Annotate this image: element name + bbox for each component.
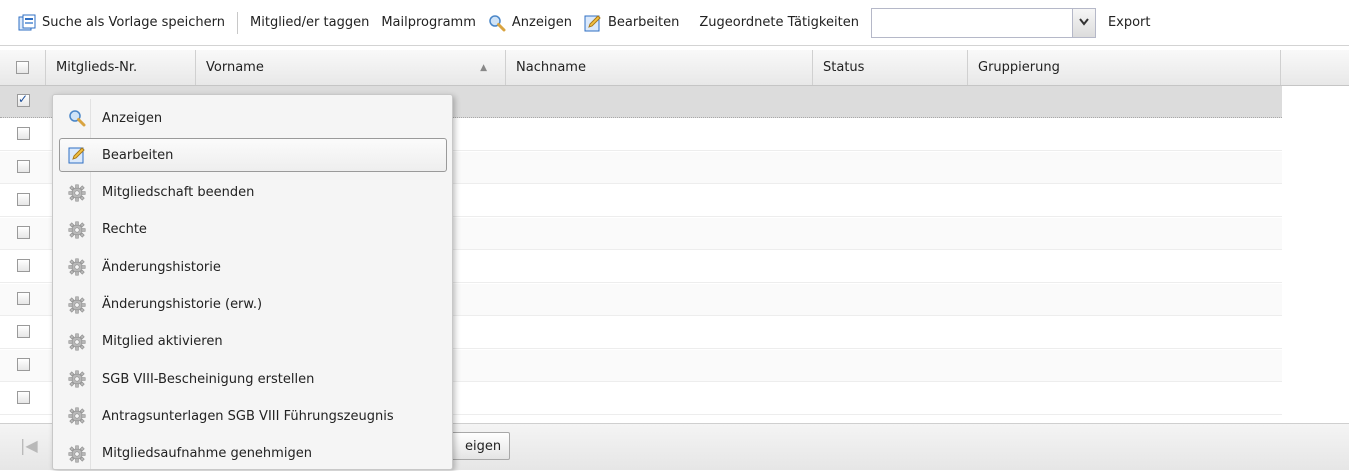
column-header-first-name[interactable]: Vorname ▲ (196, 50, 506, 85)
column-header-member-no-label: Mitglieds-Nr. (56, 60, 138, 75)
sort-ascending-icon: ▲ (480, 63, 487, 73)
gear-icon (68, 370, 86, 388)
context-menu-item[interactable]: Änderungshistorie (erw.) (59, 288, 447, 322)
grid-header: Mitglieds-Nr. Vorname ▲ Nachname Status … (0, 50, 1349, 86)
gear-icon (68, 407, 86, 425)
mail-program-button[interactable]: Mailprogramm (375, 10, 482, 36)
row-checkbox[interactable] (17, 358, 30, 371)
context-menu-item-label: Mitgliedschaft beenden (102, 185, 255, 201)
column-header-group-label: Gruppierung (978, 60, 1060, 75)
export-label: Export (1107, 15, 1151, 30)
toolbar-separator (237, 11, 239, 34)
row-checkbox[interactable] (17, 92, 30, 107)
gear-icon (68, 333, 86, 351)
context-menu-item-label: Änderungshistorie (102, 259, 221, 275)
save-template-icon (18, 14, 36, 32)
context-menu-item[interactable]: Anzeigen (59, 101, 447, 135)
paging-view-button-label: eigen (465, 438, 502, 454)
pencil-edit-icon (68, 146, 86, 164)
column-header-status-label: Status (823, 60, 865, 75)
magnifier-icon (488, 14, 506, 32)
view-button[interactable]: Anzeigen (482, 10, 578, 36)
pencil-edit-icon (584, 14, 602, 32)
context-menu-item-label: Bearbeiten (102, 147, 174, 163)
column-header-last-name[interactable]: Nachname (506, 50, 813, 85)
first-page-icon[interactable]: |◀ (20, 436, 38, 455)
context-menu-item[interactable]: SGB VIII-Bescheinigung erstellen (59, 362, 447, 396)
row-checkbox[interactable] (17, 292, 30, 305)
row-checkbox[interactable] (17, 226, 30, 239)
context-menu-item[interactable]: Bearbeiten (59, 138, 447, 173)
tag-members-label: Mitglied/er taggen (250, 15, 370, 30)
context-menu: Anzeigen Bearbeiten Mitgliedschaft beenden… (52, 94, 453, 470)
gear-icon (68, 221, 86, 239)
column-header-first-name-label: Vorname (206, 60, 264, 75)
edit-label: Bearbeiten (607, 15, 680, 30)
context-menu-item-label: Änderungshistorie (erw.) (102, 297, 263, 312)
assigned-activities-label-wrap: Zugeordnete Tätigkeiten (693, 10, 865, 36)
context-menu-item-label: Mitglied aktivieren (102, 334, 223, 350)
context-menu-item-label: Antragsunterlagen SGB VIII Führungszeugn… (102, 408, 394, 424)
mail-program-label: Mailprogramm (381, 15, 476, 30)
context-menu-item[interactable]: Mitglied aktivieren (59, 325, 447, 359)
chevron-down-icon (1079, 15, 1089, 30)
context-menu-item[interactable]: Änderungshistorie (59, 250, 447, 284)
view-label: Anzeigen (511, 15, 572, 30)
row-checkbox[interactable] (17, 160, 30, 173)
row-checkbox[interactable] (17, 259, 30, 272)
row-checkbox[interactable] (17, 325, 30, 338)
context-menu-item-label: Anzeigen (102, 110, 163, 126)
tag-members-button[interactable]: Mitglied/er taggen (244, 10, 375, 36)
save-search-template-button[interactable]: Suche als Vorlage speichern (12, 10, 231, 36)
context-menu-item-label: Rechte (102, 222, 147, 238)
gear-icon (68, 296, 86, 314)
context-menu-item-label: Mitgliedsaufnahme genehmigen (102, 446, 312, 462)
column-header-member-no[interactable]: Mitglieds-Nr. (46, 50, 196, 85)
gear-icon (68, 184, 86, 202)
export-button[interactable]: Export (1102, 10, 1157, 36)
row-checkbox[interactable] (17, 193, 30, 206)
magnifier-icon (68, 109, 86, 127)
context-menu-item[interactable]: Antragsunterlagen SGB VIII Führungszeugn… (59, 399, 447, 433)
combo-dropdown-trigger[interactable] (1071, 8, 1095, 37)
gear-icon (68, 258, 86, 276)
assigned-activities-label: Zugeordnete Tätigkeiten (699, 15, 859, 30)
context-menu-item[interactable]: Mitgliedsaufnahme genehmigen (59, 437, 447, 471)
assigned-activities-input[interactable] (871, 9, 1072, 36)
row-checkbox[interactable] (17, 127, 30, 140)
select-all-header[interactable] (0, 50, 46, 85)
gear-icon (68, 445, 86, 463)
edit-button[interactable]: Bearbeiten (578, 10, 685, 36)
row-checkbox[interactable] (17, 391, 30, 404)
assigned-activities-combo[interactable] (870, 7, 1096, 38)
select-all-checkbox[interactable] (16, 61, 29, 74)
context-menu-item[interactable]: Mitgliedschaft beenden (59, 176, 447, 210)
column-header-last-name-label: Nachname (516, 60, 586, 75)
save-search-template-label: Suche als Vorlage speichern (42, 15, 226, 30)
toolbar: Suche als Vorlage speichern Mitglied/er … (0, 0, 1349, 46)
context-menu-item[interactable]: Rechte (59, 213, 447, 247)
column-header-status[interactable]: Status (813, 50, 968, 85)
column-header-group[interactable]: Gruppierung (968, 50, 1281, 85)
context-menu-item-label: SGB VIII-Bescheinigung erstellen (102, 371, 315, 387)
